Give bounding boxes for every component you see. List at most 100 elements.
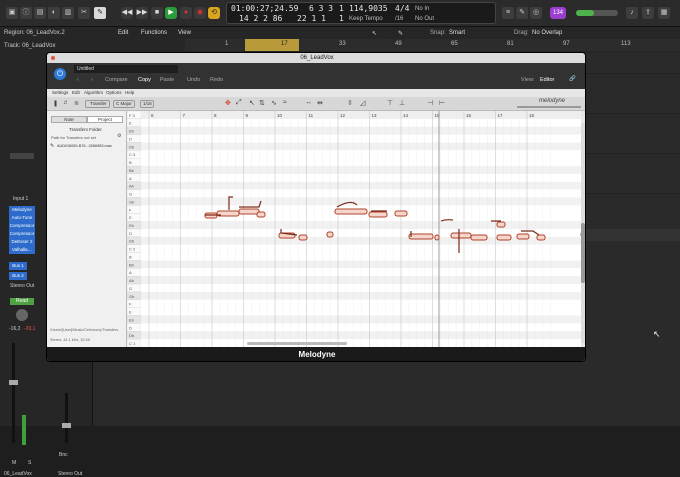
metronome-icon[interactable]: ♬ bbox=[63, 100, 69, 106]
plugin-slot[interactable]: Auto-Tune bbox=[9, 214, 35, 222]
amplitude-tool-icon[interactable]: ⇳ bbox=[347, 99, 353, 107]
note-blob[interactable] bbox=[496, 221, 506, 228]
fader-track[interactable] bbox=[12, 343, 15, 443]
edit-menu[interactable]: Edit bbox=[72, 90, 80, 95]
send-slot[interactable]: Bus 1 bbox=[9, 262, 27, 270]
pencil-tool-icon[interactable]: ✎ bbox=[398, 30, 403, 37]
note-blob[interactable] bbox=[298, 234, 308, 241]
stretch-tool-icon[interactable]: ⇹ bbox=[317, 99, 323, 107]
zoom-tool-icon[interactable]: ⤢ bbox=[236, 99, 242, 107]
cycle-icon[interactable]: ⟲ bbox=[208, 7, 220, 19]
tuner-icon[interactable]: ♪ bbox=[626, 7, 638, 19]
bar-ruler[interactable]: 1 17 33 49 65 81 97 113 bbox=[185, 39, 680, 51]
note-blob[interactable] bbox=[394, 210, 408, 217]
cycle-region[interactable] bbox=[245, 39, 299, 51]
plugin-slot[interactable]: Compressor bbox=[9, 222, 35, 230]
plugin-slot[interactable]: Compressor bbox=[9, 230, 35, 238]
formant-tool-icon[interactable]: ⊤ bbox=[387, 99, 393, 107]
fader-handle[interactable] bbox=[9, 380, 18, 385]
input-indicator[interactable] bbox=[10, 153, 34, 159]
next-preset-icon[interactable]: › bbox=[91, 77, 93, 83]
time-tool-icon[interactable]: ↔ bbox=[305, 99, 312, 106]
smart-controls-icon[interactable]: ◐ bbox=[48, 7, 60, 19]
functions-menu[interactable]: Functions bbox=[141, 30, 167, 36]
note-tab[interactable]: Note bbox=[51, 116, 87, 123]
undo-button[interactable]: Undo bbox=[187, 77, 200, 83]
region-label[interactable]: Region: 06_LeadVox.2 bbox=[4, 30, 65, 36]
pitch-tool-icon[interactable]: ⇅ bbox=[259, 99, 265, 107]
loop-browser-icon[interactable]: ◎ bbox=[530, 7, 542, 19]
sibilant-tool-icon[interactable]: ⊥ bbox=[399, 99, 405, 107]
cpu-badge[interactable]: 134 bbox=[550, 7, 566, 19]
browser-icon[interactable]: ▦ bbox=[658, 7, 670, 19]
project-tab[interactable]: Project bbox=[87, 116, 123, 123]
mute-button[interactable]: M bbox=[12, 460, 16, 466]
edit-menu[interactable]: Edit bbox=[118, 30, 128, 36]
help-menu[interactable]: Help bbox=[125, 90, 134, 95]
note-blob[interactable] bbox=[238, 208, 260, 215]
note-blob[interactable] bbox=[408, 233, 434, 240]
algorithm-menu[interactable]: Algorithm bbox=[84, 90, 103, 95]
pencil-icon[interactable]: ✎ bbox=[94, 7, 106, 19]
pan-knob[interactable] bbox=[16, 309, 28, 321]
capture-icon[interactable]: ◉ bbox=[194, 7, 206, 19]
notepad-icon[interactable]: ✎ bbox=[516, 7, 528, 19]
library-icon[interactable]: ▣ bbox=[6, 7, 18, 19]
master-volume-slider[interactable] bbox=[576, 10, 618, 16]
drag-select[interactable]: No Overlap bbox=[532, 30, 562, 36]
folder-settings-icon[interactable]: ⚙ bbox=[117, 133, 121, 139]
bounce-button[interactable]: Bnc bbox=[59, 452, 68, 458]
snap-select[interactable]: Smart bbox=[449, 30, 465, 36]
pointer-tool-icon[interactable]: ↖ bbox=[372, 30, 377, 37]
modulation-tool-icon[interactable]: ∿ bbox=[271, 99, 277, 107]
close-window-icon[interactable] bbox=[51, 56, 55, 60]
pointer-tool-icon[interactable]: ↖ bbox=[249, 99, 255, 107]
stop-icon[interactable]: ■ bbox=[151, 7, 163, 19]
inspector-icon[interactable]: ⓘ bbox=[20, 7, 32, 19]
note-blob[interactable] bbox=[368, 211, 388, 218]
power-icon[interactable]: ⏻ bbox=[54, 68, 66, 80]
solo-button[interactable]: S bbox=[28, 460, 31, 466]
note-blob[interactable] bbox=[536, 234, 546, 241]
list-editors-icon[interactable]: ≡ bbox=[502, 7, 514, 19]
fast-forward-icon[interactable]: ▶▶ bbox=[136, 7, 148, 19]
view-select[interactable]: Editor bbox=[540, 77, 554, 83]
note-blob[interactable] bbox=[256, 211, 266, 218]
note-blob[interactable] bbox=[434, 234, 440, 241]
note-blob[interactable] bbox=[450, 232, 472, 239]
vertical-scrollbar[interactable] bbox=[581, 123, 585, 343]
link-icon[interactable]: 🔗 bbox=[569, 76, 576, 82]
grid-select[interactable]: 1/16 bbox=[140, 100, 154, 108]
prev-preset-icon[interactable]: ‹ bbox=[77, 77, 79, 83]
scale-select[interactable]: C Major bbox=[113, 100, 135, 108]
note-blob[interactable] bbox=[516, 233, 530, 240]
preset-select[interactable]: Untitled bbox=[74, 65, 178, 73]
note-blob[interactable] bbox=[334, 208, 368, 215]
fader-track[interactable] bbox=[65, 393, 68, 443]
editors-icon[interactable]: ✂ bbox=[78, 7, 90, 19]
transfer-button[interactable]: Transfer bbox=[85, 100, 110, 108]
file-name[interactable]: AUDIO6059-B76...3266983.mas bbox=[57, 144, 112, 148]
compare-button[interactable]: Compare bbox=[105, 77, 128, 83]
track-label[interactable]: Track: 06_LeadVox bbox=[4, 43, 55, 49]
output-label[interactable]: Stereo Out bbox=[10, 283, 34, 289]
view-menu[interactable]: View bbox=[178, 30, 191, 36]
fade-tool-icon[interactable]: ◿ bbox=[360, 99, 365, 107]
horizontal-scrollbar[interactable] bbox=[247, 342, 347, 345]
send-slot[interactable]: Bus 2 bbox=[9, 272, 27, 280]
paste-button[interactable]: Paste bbox=[160, 77, 174, 83]
drift-tool-icon[interactable]: ≈ bbox=[283, 99, 287, 106]
note-editor-canvas[interactable]: 6 7 8 9 10 11 12 13 14 15 16 17 18 bbox=[141, 111, 581, 347]
options-menu[interactable]: Options bbox=[106, 90, 122, 95]
mixer-icon[interactable]: ▥ bbox=[62, 7, 74, 19]
main-tool-icon[interactable]: ✥ bbox=[225, 99, 231, 107]
toolbar-icon[interactable]: ▤ bbox=[34, 7, 46, 19]
share-icon[interactable]: ⇪ bbox=[642, 7, 654, 19]
note-blob[interactable] bbox=[326, 231, 334, 238]
pause-icon[interactable]: ❚ bbox=[53, 100, 58, 107]
plugin-slot[interactable]: Valhalla… bbox=[9, 246, 35, 254]
rewind-icon[interactable]: ◀◀ bbox=[121, 7, 133, 19]
waveform-icon[interactable]: ≋ bbox=[74, 100, 79, 107]
separation-tool-icon[interactable]: ⊣ bbox=[427, 99, 433, 107]
automation-mode[interactable]: Read bbox=[10, 298, 34, 305]
